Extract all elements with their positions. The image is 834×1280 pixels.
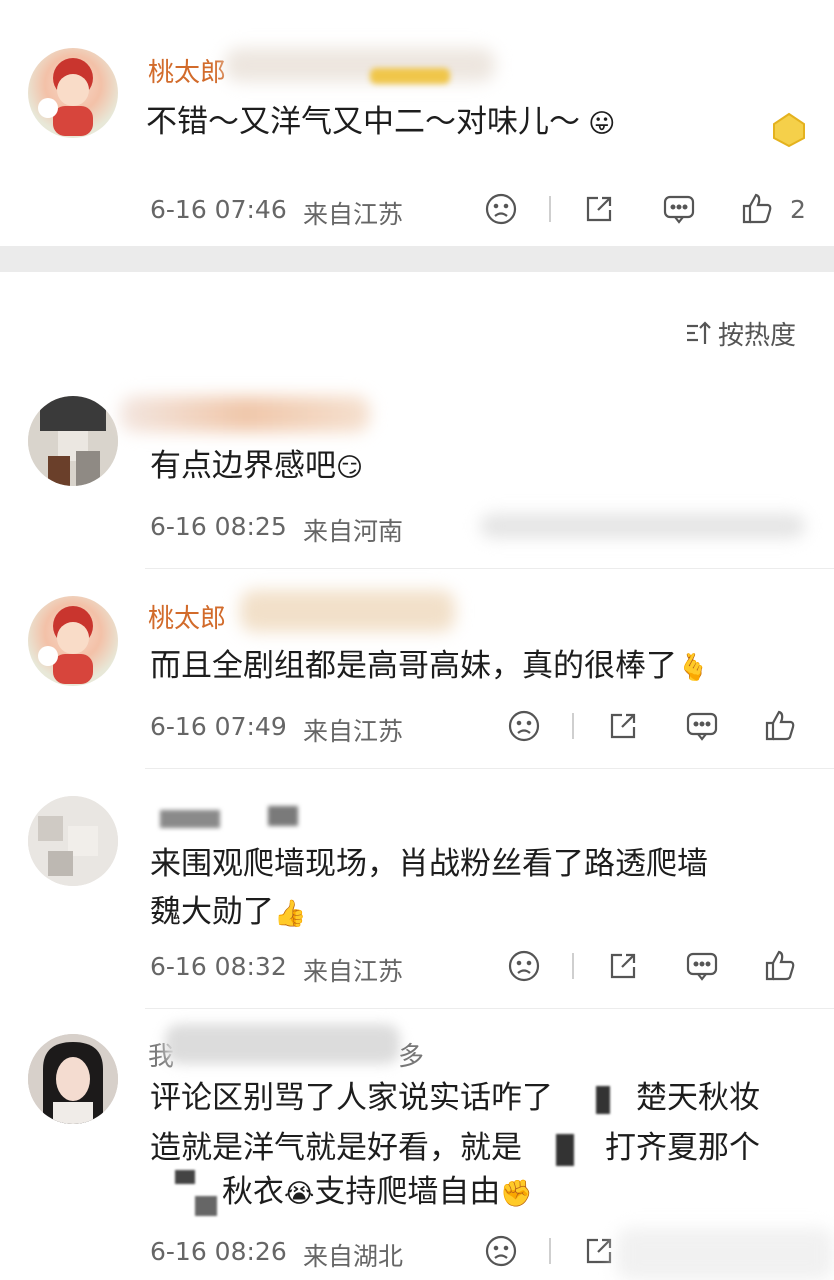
redacted-actions (616, 1228, 834, 1280)
comment-icon[interactable] (685, 709, 719, 743)
comment-time: 6-16 08:32 (150, 952, 287, 981)
avatar-illustration (38, 606, 93, 684)
comment-time: 6-16 07:49 (150, 712, 287, 741)
comment-icon[interactable] (662, 192, 696, 226)
share-icon[interactable] (606, 949, 640, 983)
comment-text: 来围观爬墙现场，肖战粉丝看了路透爬墙 (150, 846, 708, 882)
like-count: 2 (790, 195, 806, 224)
avatar-illustration (28, 796, 118, 886)
fist-emoji: ✊ (500, 1179, 533, 1209)
redacted-username (268, 806, 298, 826)
share-icon[interactable] (582, 1234, 616, 1268)
frown-icon[interactable] (507, 949, 541, 983)
laughing-emoji: 😭 (284, 1179, 315, 1209)
comment-text: 打齐夏那个 (605, 1130, 760, 1166)
comment-icon[interactable] (685, 949, 719, 983)
thumbs-up-icon[interactable] (763, 949, 797, 983)
section-divider (0, 246, 834, 272)
frown-icon[interactable] (507, 709, 541, 743)
finger-heart-emoji: 🫰 (677, 653, 710, 683)
emoji: 😏 (336, 453, 364, 483)
fan-badge-icon (772, 112, 806, 148)
comment-text: 楚天秋妆 (636, 1080, 760, 1116)
comment-location: 来自湖北 (303, 1242, 404, 1271)
avatar[interactable] (28, 1034, 118, 1124)
redacted-actions (480, 514, 805, 538)
comment-time: 6-16 08:26 (150, 1237, 287, 1266)
sort-label: 按热度 (718, 320, 797, 351)
separator (572, 713, 574, 739)
comment-text: 秋衣😭支持爬墙自由✊ (222, 1174, 533, 1210)
avatar-illustration (38, 58, 93, 136)
separator (572, 953, 574, 979)
separator (549, 1238, 551, 1264)
row-divider (145, 568, 834, 569)
thumbs-up-icon[interactable] (740, 192, 774, 226)
comment-location: 来自江苏 (303, 717, 404, 746)
thumbs-up-icon[interactable] (763, 709, 797, 743)
redacted-username (225, 48, 495, 82)
avatar-illustration (28, 396, 118, 486)
redacted-username (120, 396, 370, 432)
frown-icon[interactable] (484, 1234, 518, 1268)
redacted-text (596, 1086, 610, 1114)
comment-location: 来自江苏 (303, 957, 404, 986)
avatar[interactable] (28, 48, 118, 138)
avatar[interactable] (28, 596, 118, 686)
row-divider (145, 768, 834, 769)
sort-control[interactable]: 按热度 (684, 316, 797, 351)
avatar[interactable] (28, 396, 118, 486)
comment-text: 魏大勋了👍 (150, 894, 307, 930)
comment-text: 有点边界感吧😏 (150, 448, 364, 484)
thumbs-up-emoji: 👍 (274, 899, 307, 929)
comment-text: 而且全剧组都是高哥高妹，真的很棒了🫰 (150, 648, 710, 684)
username[interactable]: 桃太郎 (148, 52, 226, 89)
rank-badge (370, 68, 450, 84)
sort-icon (684, 318, 714, 348)
comment-text: 不错～又洋气又中二～对味儿～ 😛 (146, 104, 616, 140)
share-icon[interactable] (606, 709, 640, 743)
comment-text: 评论区别骂了人家说实话咋了 (150, 1080, 553, 1116)
username[interactable]: 桃太郎 (148, 598, 226, 635)
comment-location: 来自江苏 (303, 200, 404, 229)
redacted-username (240, 590, 455, 632)
row-divider (145, 1008, 834, 1009)
username[interactable]: 多 (398, 1036, 424, 1073)
comment-location: 来自河南 (303, 517, 404, 546)
avatar[interactable] (28, 796, 118, 886)
avatar-illustration (28, 1034, 118, 1124)
redacted-text (195, 1196, 217, 1216)
redacted-text (556, 1134, 574, 1166)
redacted-text (175, 1170, 195, 1184)
comment-time: 6-16 08:25 (150, 512, 287, 541)
frown-icon[interactable] (484, 192, 518, 226)
comment-time: 6-16 07:46 (150, 195, 287, 224)
redacted-username (165, 1024, 400, 1064)
smile-emoji: 😛 (580, 109, 616, 139)
share-icon[interactable] (582, 192, 616, 226)
separator (549, 196, 551, 222)
redacted-username (160, 810, 220, 828)
